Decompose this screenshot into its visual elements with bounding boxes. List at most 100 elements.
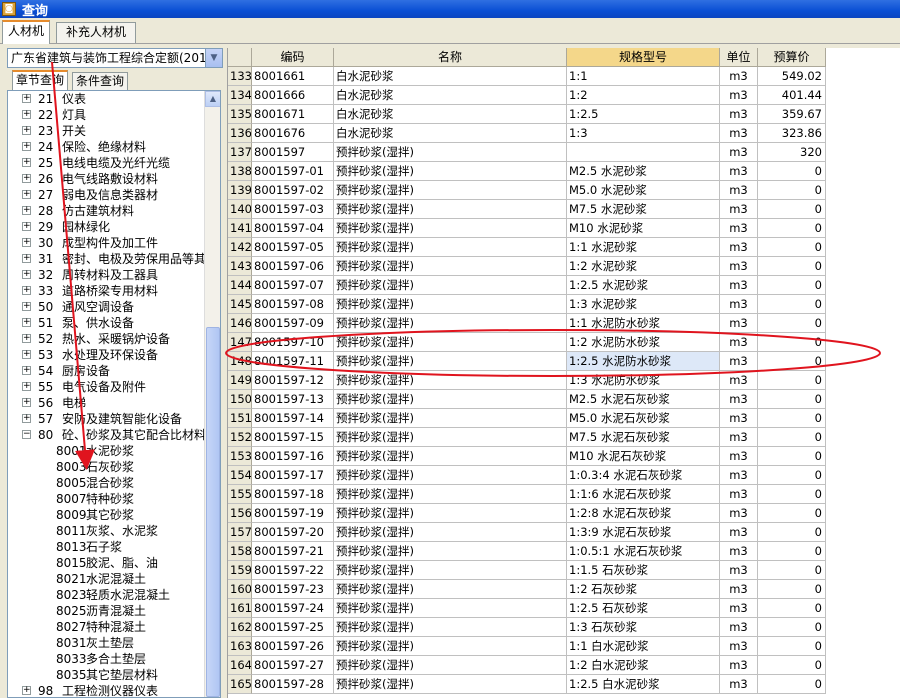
cell-spec[interactable] [567, 143, 720, 162]
cell-name[interactable]: 预拌砂浆(湿拌) [334, 409, 567, 428]
tab-condition-query[interactable]: 条件查询 [72, 72, 129, 90]
cell-name[interactable]: 白水泥砂浆 [334, 124, 567, 143]
cell-spec[interactable]: M10 水泥砂浆 [567, 219, 720, 238]
tree-node[interactable]: +53 水处理及环保设备 [8, 347, 204, 363]
cell-row-number[interactable]: 136 [228, 124, 252, 143]
cell-row-number[interactable]: 155 [228, 485, 252, 504]
cell-code[interactable]: 8001676 [252, 124, 334, 143]
cell-row-number[interactable]: 149 [228, 371, 252, 390]
cell-spec[interactable]: 1:1 白水泥砂浆 [567, 637, 720, 656]
tab-chapter-query[interactable]: 章节查询 [12, 70, 69, 91]
cell-unit[interactable]: m3 [720, 86, 758, 105]
cell-code[interactable]: 8001597-12 [252, 371, 334, 390]
cell-spec[interactable]: 1:3 水泥砂浆 [567, 295, 720, 314]
cell-name[interactable]: 预拌砂浆(湿拌) [334, 618, 567, 637]
cell-code[interactable]: 8001597-25 [252, 618, 334, 637]
cell-unit[interactable]: m3 [720, 504, 758, 523]
cell-name[interactable]: 预拌砂浆(湿拌) [334, 523, 567, 542]
cell-name[interactable]: 预拌砂浆(湿拌) [334, 485, 567, 504]
cell-code[interactable]: 8001661 [252, 67, 334, 86]
cell-unit[interactable]: m3 [720, 656, 758, 675]
cell-unit[interactable]: m3 [720, 371, 758, 390]
cell-price[interactable]: 0 [758, 276, 826, 295]
cell-spec[interactable]: M7.5 水泥石灰砂浆 [567, 428, 720, 447]
tree-node[interactable]: −80 砼、砂浆及其它配合比材料 [8, 427, 204, 443]
tree-child-node[interactable]: 8025 沥青混凝土 [8, 603, 204, 619]
cell-price[interactable]: 0 [758, 371, 826, 390]
cell-unit[interactable]: m3 [720, 542, 758, 561]
cell-row-number[interactable]: 137 [228, 143, 252, 162]
cell-name[interactable]: 预拌砂浆(湿拌) [334, 390, 567, 409]
expand-icon[interactable]: + [22, 270, 31, 279]
cell-name[interactable]: 预拌砂浆(湿拌) [334, 276, 567, 295]
cell-unit[interactable]: m3 [720, 124, 758, 143]
cell-code[interactable]: 8001597-04 [252, 219, 334, 238]
cell-unit[interactable]: m3 [720, 561, 758, 580]
expand-icon[interactable]: + [22, 318, 31, 327]
cell-row-number[interactable]: 142 [228, 238, 252, 257]
expand-icon[interactable]: + [22, 94, 31, 103]
expand-icon[interactable]: + [22, 190, 31, 199]
cell-code[interactable]: 8001597-05 [252, 238, 334, 257]
cell-name[interactable]: 预拌砂浆(湿拌) [334, 637, 567, 656]
cell-unit[interactable]: m3 [720, 295, 758, 314]
cell-spec[interactable]: M7.5 水泥砂浆 [567, 200, 720, 219]
cell-code[interactable]: 8001597-26 [252, 637, 334, 656]
tab-labor-material-machine[interactable]: 人材机 [2, 20, 50, 44]
cell-price[interactable]: 0 [758, 523, 826, 542]
tree-node[interactable]: +57 安防及建筑智能化设备 [8, 411, 204, 427]
cell-unit[interactable]: m3 [720, 485, 758, 504]
cell-name[interactable]: 预拌砂浆(湿拌) [334, 238, 567, 257]
cell-unit[interactable]: m3 [720, 352, 758, 371]
cell-price[interactable]: 0 [758, 447, 826, 466]
cell-unit[interactable]: m3 [720, 618, 758, 637]
cell-spec[interactable]: 1:2 水泥防水砂浆 [567, 333, 720, 352]
expand-icon[interactable]: + [22, 302, 31, 311]
cell-spec[interactable]: 1:0.3:4 水泥石灰砂浆 [567, 466, 720, 485]
cell-row-number[interactable]: 144 [228, 276, 252, 295]
cell-spec[interactable]: M2.5 水泥石灰砂浆 [567, 390, 720, 409]
cell-name[interactable]: 预拌砂浆(湿拌) [334, 314, 567, 333]
cell-unit[interactable]: m3 [720, 466, 758, 485]
cell-name[interactable]: 预拌砂浆(湿拌) [334, 675, 567, 694]
cell-price[interactable]: 0 [758, 485, 826, 504]
cell-price[interactable]: 0 [758, 656, 826, 675]
cell-price[interactable]: 0 [758, 333, 826, 352]
cell-row-number[interactable]: 148 [228, 352, 252, 371]
scroll-up-icon[interactable]: ▲ [205, 91, 220, 107]
cell-spec[interactable]: 1:1 水泥砂浆 [567, 238, 720, 257]
tree-node[interactable]: +55 电气设备及附件 [8, 379, 204, 395]
tree-scrollbar[interactable]: ▲ [204, 91, 220, 697]
tree-node[interactable]: +25 电线电缆及光纤光缆 [8, 155, 204, 171]
cell-price[interactable]: 0 [758, 352, 826, 371]
cell-unit[interactable]: m3 [720, 675, 758, 694]
column-header-code[interactable]: 编码 [252, 48, 334, 67]
cell-row-number[interactable]: 139 [228, 181, 252, 200]
column-header-price[interactable]: 预算价 [758, 48, 826, 67]
cell-row-number[interactable]: 160 [228, 580, 252, 599]
cell-row-number[interactable]: 152 [228, 428, 252, 447]
cell-price[interactable]: 323.86 [758, 124, 826, 143]
expand-icon[interactable]: + [22, 366, 31, 375]
cell-row-number[interactable]: 145 [228, 295, 252, 314]
cell-unit[interactable]: m3 [720, 181, 758, 200]
cell-row-number[interactable]: 143 [228, 257, 252, 276]
expand-icon[interactable]: + [22, 206, 31, 215]
cell-price[interactable]: 0 [758, 314, 826, 333]
expand-icon[interactable]: + [22, 254, 31, 263]
cell-spec[interactable]: M2.5 水泥砂浆 [567, 162, 720, 181]
cell-spec[interactable]: 1:2 白水泥砂浆 [567, 656, 720, 675]
cell-unit[interactable]: m3 [720, 390, 758, 409]
cell-price[interactable]: 0 [758, 295, 826, 314]
tree-node[interactable]: +21 仪表 [8, 91, 204, 107]
cell-spec[interactable]: 1:2.5 石灰砂浆 [567, 599, 720, 618]
tree-node[interactable]: +51 泵、供水设备 [8, 315, 204, 331]
cell-unit[interactable]: m3 [720, 162, 758, 181]
cell-price[interactable]: 549.02 [758, 67, 826, 86]
cell-price[interactable]: 0 [758, 219, 826, 238]
cell-row-number[interactable]: 146 [228, 314, 252, 333]
cell-row-number[interactable]: 163 [228, 637, 252, 656]
cell-unit[interactable]: m3 [720, 238, 758, 257]
cell-unit[interactable]: m3 [720, 200, 758, 219]
cell-unit[interactable]: m3 [720, 447, 758, 466]
